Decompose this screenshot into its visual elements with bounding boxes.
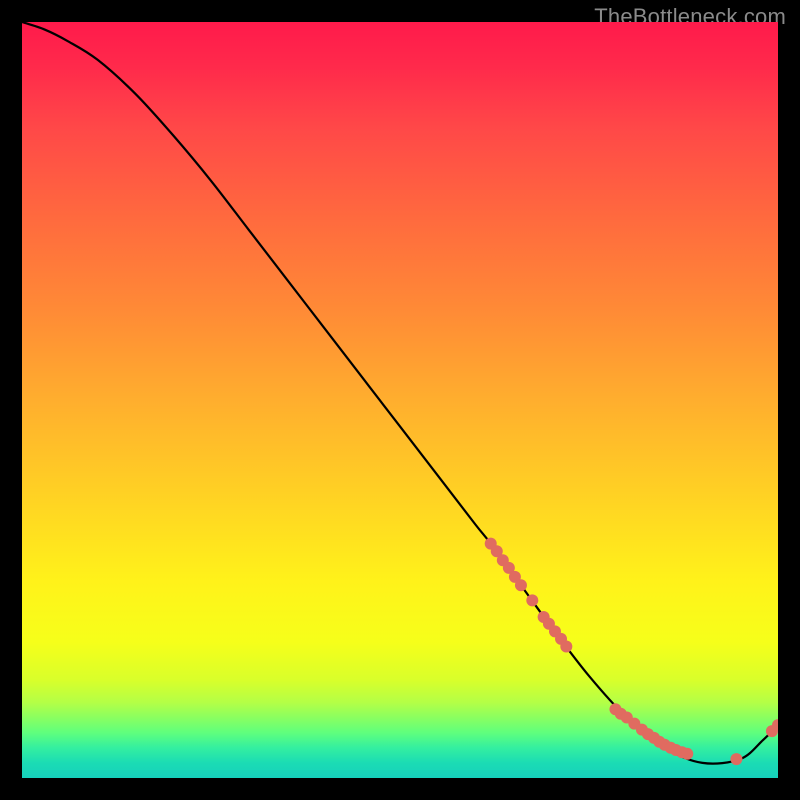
- chart-frame: TheBottleneck.com: [0, 0, 800, 800]
- plot-area: [22, 22, 778, 778]
- heat-gradient-background: [22, 22, 778, 778]
